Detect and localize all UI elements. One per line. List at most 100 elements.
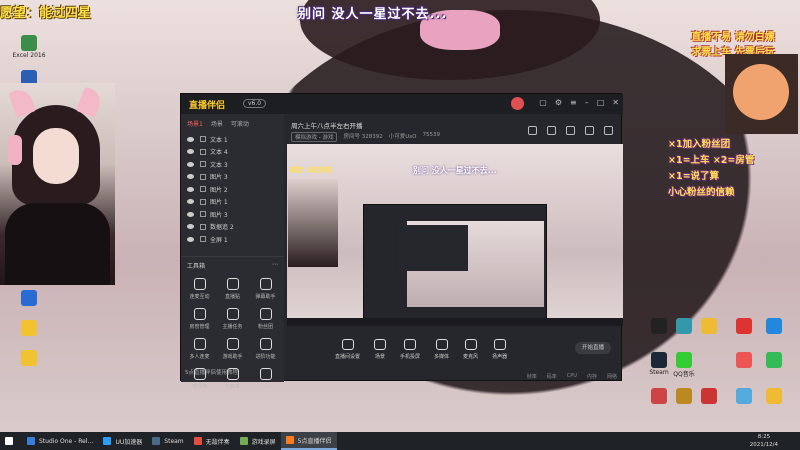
app-logo: 直播伴侣	[189, 101, 226, 111]
tab-scene-2[interactable]: 场景	[211, 119, 223, 128]
source-item[interactable]: 图片 3	[181, 171, 284, 184]
right-overlay-panel: 直播不易 请勿白嫖 求票上车 先票后玩 ×1加入粉丝团 ×1=上车 ×2=房管 …	[668, 28, 798, 198]
tool-button[interactable]: 粉丝团	[249, 307, 282, 330]
microphone-button[interactable]: 麦克风	[463, 339, 478, 360]
scene-button[interactable]: 场景	[374, 339, 387, 360]
overlay-title-1: 直播不易 请勿白嫖	[691, 32, 775, 43]
taskbar-item-steam[interactable]: Steam	[147, 432, 188, 450]
speaker-button[interactable]: 扬声器	[492, 339, 507, 360]
stream-preview[interactable]: 愿望：能过四星 别问 没人一星过不去...	[287, 144, 623, 326]
tab-scene-1[interactable]: 场景1	[187, 119, 203, 128]
desktop-icon[interactable]	[745, 388, 800, 405]
tool-button[interactable]: 弹幕助手	[249, 277, 282, 300]
main-panel: 周六上午八点半左右开播 模拟游戏 - 游戏 房间号 328392 小可爱UsO …	[285, 114, 623, 382]
tool-button[interactable]: 多人连麦	[183, 337, 216, 360]
room-views: 75539	[422, 132, 440, 138]
eye-icon[interactable]	[187, 149, 194, 155]
wish-overlay-text: 愿望：能过四星	[0, 6, 92, 21]
room-user: 小可爱UsO	[388, 134, 417, 140]
overlay-caption: 别问 没人一星过不去...	[298, 7, 448, 22]
overlay-line: ×1=上车 ×2=房管	[668, 155, 755, 166]
start-live-button[interactable]: 开始直播	[575, 342, 611, 354]
preview-wish-text: 愿望：能过四星	[290, 167, 333, 174]
message-icon[interactable]: ▢	[539, 98, 547, 107]
eye-icon[interactable]	[187, 236, 194, 242]
taskbar-item-music[interactable]: 无敌伴奏	[189, 432, 235, 450]
preview-webcam	[288, 179, 338, 267]
menu-icon[interactable]: ≡	[570, 98, 577, 107]
source-item[interactable]: 图片 1	[181, 196, 284, 209]
tool-button[interactable]: ...	[249, 367, 282, 390]
taskbar-item-live-companion[interactable]: 5点直播伴侣	[280, 432, 337, 450]
screenshot-icon[interactable]	[547, 126, 556, 135]
webcam-overlay	[0, 83, 115, 285]
desktop-icon[interactable]: QQ音乐	[655, 352, 713, 378]
nested-preview-window	[363, 204, 547, 320]
eye-icon[interactable]	[187, 161, 194, 167]
close-icon[interactable]: ✕	[612, 98, 619, 107]
tool-button[interactable]: 主播任务	[216, 307, 249, 330]
preview-taskbar	[287, 318, 623, 326]
control-bar: 直播间设置 场景 手机投屏 多媒体 麦克风 扬声器	[335, 339, 507, 360]
source-item[interactable]: 文本 1	[181, 133, 284, 146]
tool-button[interactable]: 直播贴	[216, 277, 249, 300]
overlay-line: ×1加入粉丝团	[668, 139, 731, 150]
source-item[interactable]: 文本 3	[181, 158, 284, 171]
tab-scene-3[interactable]: 可滚动	[231, 119, 249, 128]
eye-icon[interactable]	[187, 186, 194, 192]
settings-icon[interactable]: ⚙	[555, 98, 562, 107]
room-id: 房间号 328392	[343, 134, 383, 140]
desktop-icon[interactable]	[0, 350, 58, 367]
anime-character-image	[725, 54, 798, 134]
status-bar: 帧率 码率 CPU 内存 网络	[526, 373, 617, 380]
eye-icon[interactable]	[187, 136, 194, 142]
source-item[interactable]: 文本 4	[181, 146, 284, 159]
version-badge: v6.0	[243, 99, 267, 108]
room-title[interactable]: 周六上午八点半左右开播	[291, 120, 363, 130]
minimize-icon[interactable]: –	[585, 98, 589, 107]
room-info: 模拟游戏 - 游戏 房间号 328392 小可爱UsO 75539	[291, 132, 440, 142]
source-item[interactable]: 全屏 1	[181, 233, 284, 246]
source-item[interactable]: 图片 3	[181, 208, 284, 221]
window-titlebar[interactable]: 直播伴侣 v6.0 ▢ ⚙ ≡ – □ ✕	[181, 94, 623, 114]
category-tag[interactable]: 模拟游戏 - 游戏	[291, 132, 338, 142]
desktop-icon[interactable]: Excel 2016	[0, 35, 58, 59]
tutorial-notice[interactable]: 5点直播伴侣使用教程	[185, 368, 238, 376]
tool-button[interactable]: 游戏助手	[216, 337, 249, 360]
tool-button[interactable]: 房管管理	[183, 307, 216, 330]
desktop-icon[interactable]	[0, 290, 58, 307]
gift-icon[interactable]	[528, 126, 537, 135]
system-clock[interactable]: 8:25 2021/12/4	[750, 433, 778, 449]
desktop-icon[interactable]	[745, 318, 800, 335]
eye-icon[interactable]	[187, 199, 194, 205]
taskbar-item-recorder[interactable]: 游戏录屏	[235, 432, 281, 450]
start-button[interactable]	[0, 432, 22, 450]
avatar[interactable]	[511, 97, 524, 110]
tool-button[interactable]: 进阶功能	[249, 337, 282, 360]
tool-button[interactable]: 连麦互动	[183, 277, 216, 300]
overlay-line: 小心粉丝的信赖	[668, 187, 735, 198]
eye-icon[interactable]	[187, 174, 194, 180]
share-icon[interactable]	[585, 126, 594, 135]
phone-cast-button[interactable]: 手机投屏	[400, 339, 420, 360]
eye-icon[interactable]	[187, 211, 194, 217]
source-item[interactable]: 图片 2	[181, 183, 284, 196]
desktop-icon[interactable]	[0, 320, 58, 337]
live-companion-window: 直播伴侣 v6.0 ▢ ⚙ ≡ – □ ✕ 场景1 场景 可滚动 文本 1 文本…	[180, 93, 623, 390]
scene-sidebar: 场景1 场景 可滚动 文本 1 文本 4 文本 3 图片 3 图片 2 图片 1…	[181, 114, 284, 390]
maximize-icon[interactable]: □	[597, 98, 605, 107]
more-icon[interactable]: ⋯	[272, 261, 278, 270]
preview-caption: 别问 没人一星过不去...	[413, 166, 497, 175]
taskbar-item-studio-one[interactable]: Studio One - Rel…	[22, 432, 98, 450]
media-button[interactable]: 多媒体	[434, 339, 449, 360]
source-item[interactable]: 数据追 2	[181, 221, 284, 234]
record-icon[interactable]	[566, 126, 575, 135]
windows-taskbar: Studio One - Rel… UU加速器 Steam 无敌伴奏 游戏录屏 …	[0, 432, 800, 450]
eye-icon[interactable]	[187, 224, 194, 230]
overlay-line: ×1=说了算	[668, 171, 720, 182]
taskbar-item-uu[interactable]: UU加速器	[98, 432, 147, 450]
toolbox-header: 工具箱 ⋯	[181, 255, 284, 274]
collapse-icon[interactable]	[604, 126, 613, 135]
desktop-icon[interactable]	[745, 352, 800, 369]
room-settings-button[interactable]: 直播间设置	[335, 339, 360, 360]
